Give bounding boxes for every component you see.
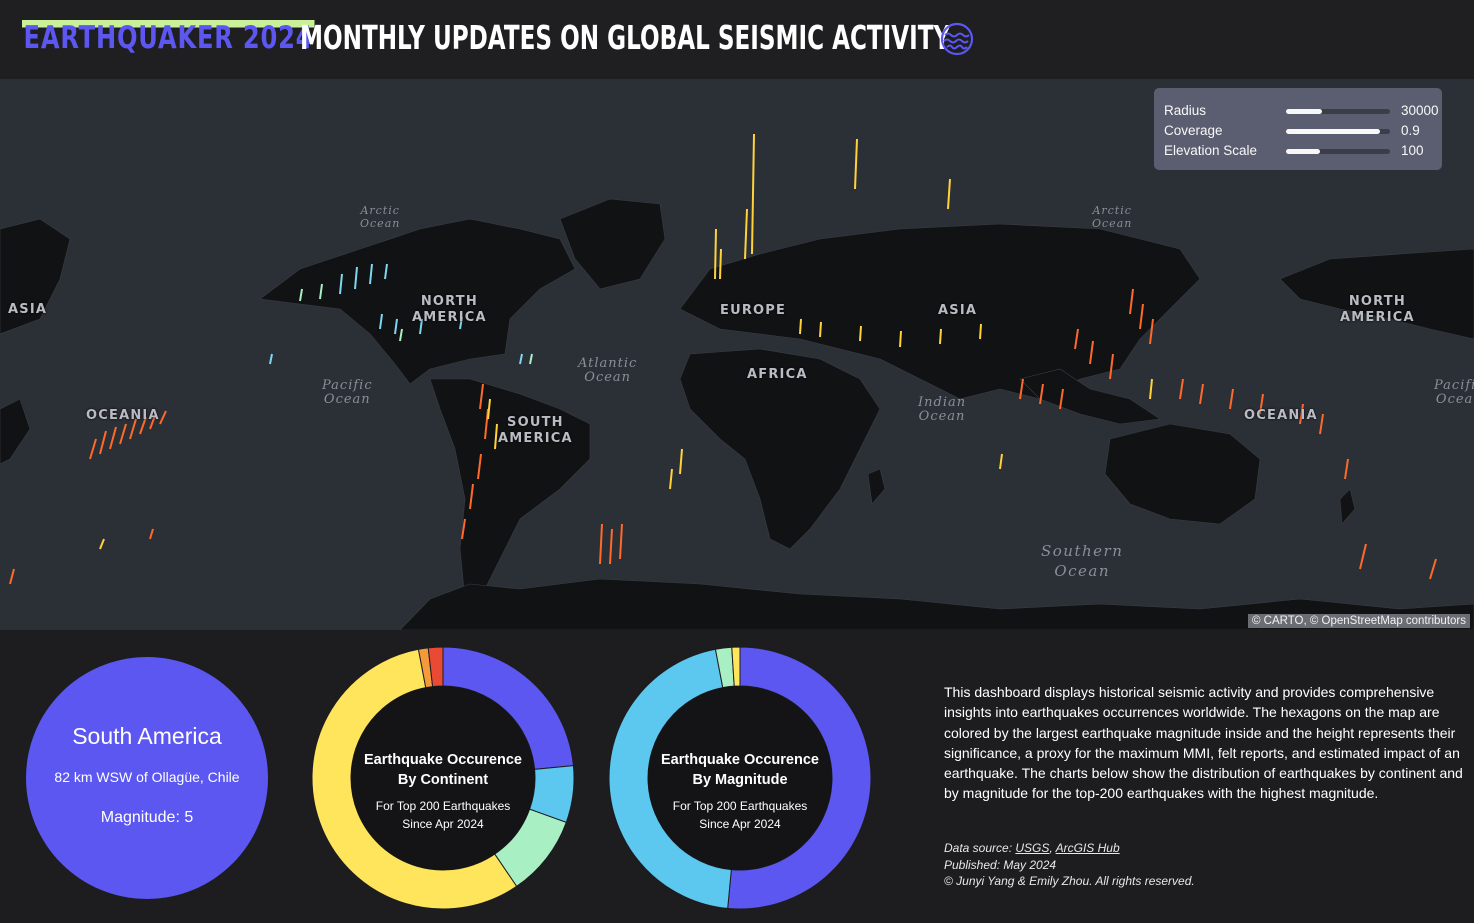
wave-globe-icon	[940, 22, 974, 56]
credits: Data source: USGS, ArcGIS Hub Published:…	[944, 840, 1464, 890]
donut-magnitude-title-line2: By Magnitude	[692, 772, 788, 788]
dashboard-description: This dashboard displays historical seism…	[944, 684, 1463, 802]
label-indian: Indian Ocean	[918, 395, 967, 424]
label-africa: AFRICA	[747, 367, 808, 382]
map-controls-panel: Radius 30000 Coverage 0.9 Elevation Scal…	[1154, 88, 1442, 170]
selected-magnitude: Magnitude: 5	[100, 809, 194, 826]
label-southern: Southern Ocean	[1041, 542, 1124, 580]
donut-magnitude-subtitle: For Top 200 Earthquakes Since Apr 2024	[608, 797, 872, 833]
donut-magnitude-sub-line2: Since Apr 2024	[699, 817, 781, 831]
landmass-greenland	[559, 198, 666, 290]
coverage-label: Coverage	[1164, 123, 1223, 138]
donut-by-magnitude: Earthquake Occurence By Magnitude For To…	[608, 646, 872, 910]
radius-control: Radius 30000	[1164, 101, 1439, 121]
landmass-australia	[1104, 423, 1261, 525]
donut-magnitude-title-line1: Earthquake Occurence	[661, 752, 819, 768]
usgs-link[interactable]: USGS	[1015, 841, 1049, 855]
coverage-slider-fill	[1286, 129, 1380, 134]
earthquake-map[interactable]: ASIA NORTH AMERICA EUROPE ASIA NORTH AME…	[0, 79, 1474, 630]
label-atlantic: Atlantic Ocean	[578, 356, 638, 385]
donut-continent-title: Earthquake Occurence By Continent	[311, 750, 575, 790]
published-date: Published: May 2024	[944, 857, 1057, 872]
data-source-prefix: Data source:	[944, 841, 1016, 855]
elevation-value: 100	[1401, 143, 1424, 158]
selected-continent: South America	[72, 723, 222, 749]
elevation-slider[interactable]	[1286, 149, 1390, 154]
arcgis-hub-link[interactable]: ArcGIS Hub	[1056, 841, 1120, 855]
selected-place: 82 km WSW of Ollagüe, Chile	[54, 769, 240, 785]
label-arctic-left: Arctic Ocean	[360, 204, 401, 230]
elevation-control: Elevation Scale 100	[1164, 141, 1434, 161]
donut-continent-title-line2: By Continent	[397, 772, 489, 788]
donut-magnitude-title: Earthquake Occurence By Magnitude	[608, 750, 872, 790]
radius-value: 30000	[1401, 103, 1439, 118]
landmass-new-zealand	[1339, 488, 1356, 525]
radius-slider-fill	[1286, 109, 1323, 114]
landmass-madagascar	[867, 468, 886, 505]
landmass-south-america	[429, 378, 591, 600]
donut-continent-sub-line2: Since Apr 2024	[402, 817, 484, 831]
coverage-value: 0.9	[1401, 123, 1420, 138]
selected-earthquake-card: South America 82 km WSW of Ollagüe, Chil…	[26, 657, 268, 899]
label-asia-left: ASIA	[8, 302, 48, 317]
label-arctic-right: Arctic Ocean	[1092, 204, 1133, 230]
copyright: © Junyi Yang & Emily Zhou. All rights re…	[944, 874, 1195, 888]
donut-magnitude-sub-line1: For Top 200 Earthquakes	[672, 799, 808, 813]
label-south-america: SOUTH AMERICA	[498, 415, 573, 446]
data-source-line: Data source: USGS, ArcGIS Hub	[944, 840, 1464, 857]
label-oceania-left: OCEANIA	[86, 408, 160, 423]
label-pacific-left: Pacific Ocean	[322, 378, 373, 407]
label-north-america-right: NORTH AMERICA	[1340, 294, 1415, 325]
radius-slider[interactable]	[1286, 109, 1390, 114]
label-europe: EUROPE	[720, 303, 787, 318]
donut-continent-sub-line1: For Top 200 Earthquakes	[375, 799, 511, 813]
header-bar: EARTHQUAKER 2024 MONTHLY UPDATES ON GLOB…	[0, 0, 1474, 79]
donut-continent-title-line1: Earthquake Occurence	[364, 752, 522, 768]
coverage-control: Coverage 0.9	[1164, 121, 1434, 141]
label-north-america: NORTH AMERICA	[412, 294, 487, 325]
elevation-slider-fill	[1286, 149, 1321, 154]
donut-by-continent: Earthquake Occurence By Continent For To…	[311, 646, 575, 910]
label-pacific-right: Pacific Ocean	[1434, 378, 1474, 407]
donut-continent-subtitle: For Top 200 Earthquakes Since Apr 2024	[311, 797, 575, 833]
coverage-slider[interactable]	[1286, 129, 1390, 134]
landmass-oceania-left	[0, 398, 31, 465]
label-asia: ASIA	[938, 303, 978, 318]
brand-title: EARTHQUAKER 2024	[22, 20, 315, 56]
radius-label: Radius	[1164, 103, 1207, 118]
label-oceania: OCEANIA	[1244, 408, 1318, 423]
elevation-label: Elevation Scale	[1164, 143, 1258, 158]
map-attribution[interactable]: © CARTO, © OpenStreetMap contributors	[1247, 614, 1470, 628]
page-title: MONTHLY UPDATES ON GLOBAL SEISMIC ACTIVI…	[300, 18, 951, 57]
